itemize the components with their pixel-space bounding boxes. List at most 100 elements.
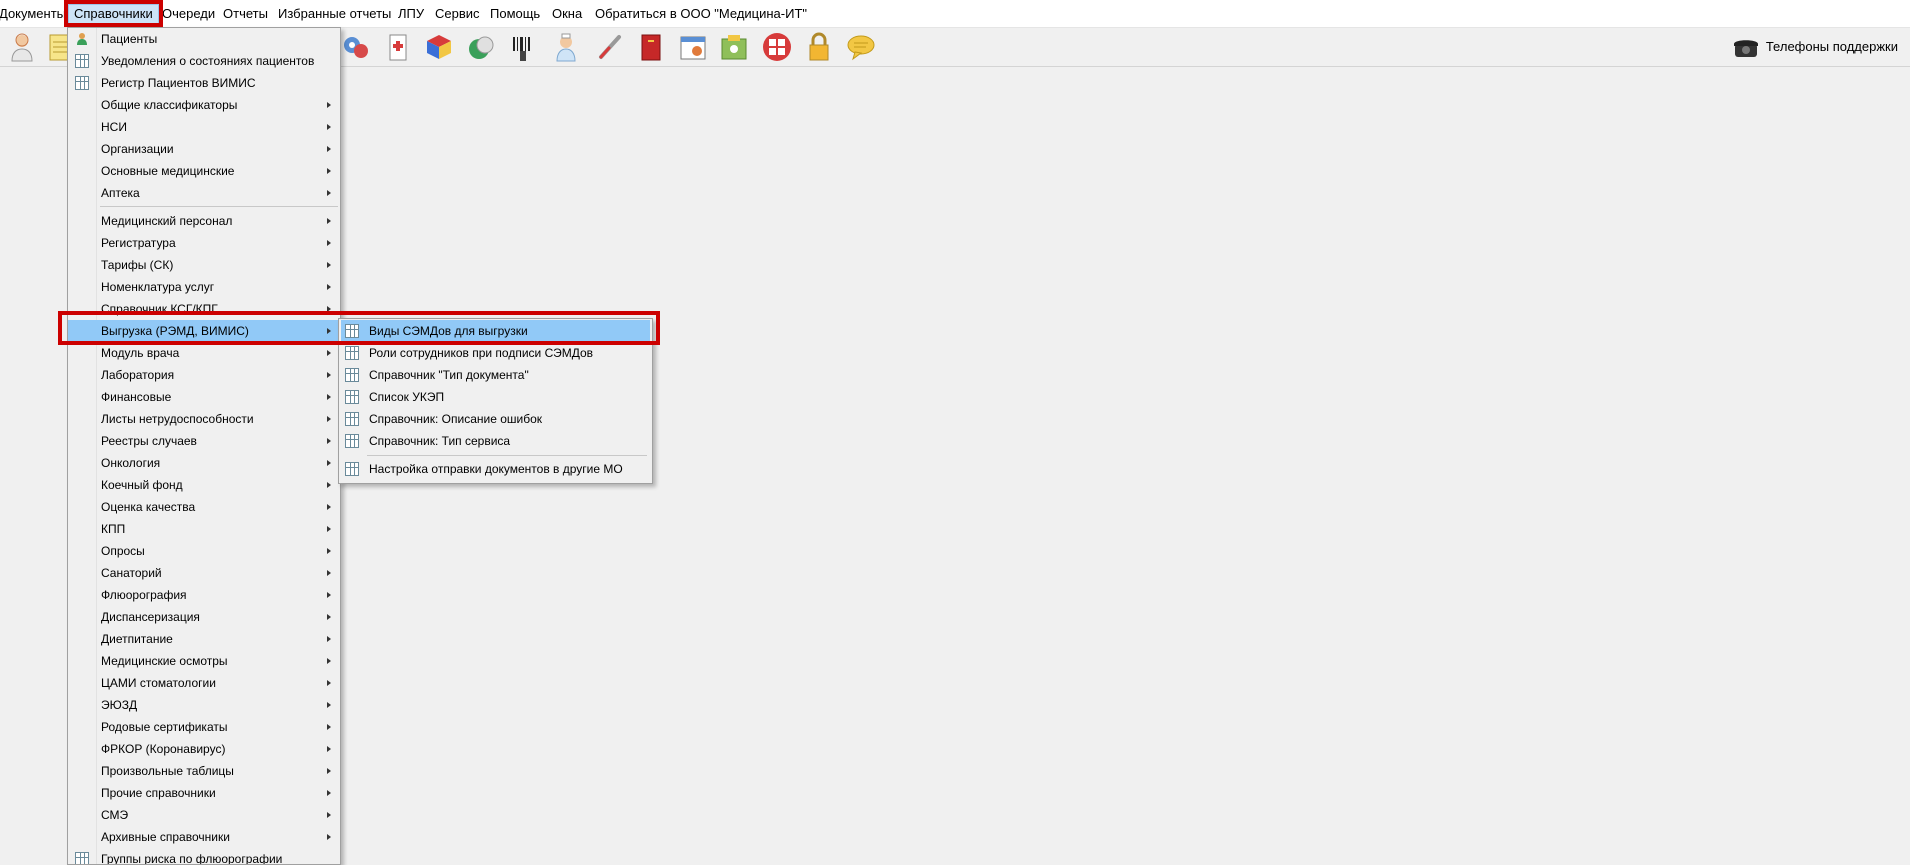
menu-item-sick-leave[interactable]: Листы нетрудоспособности <box>68 408 340 430</box>
menu-contact-vendor[interactable]: Обратиться в ООО "Медицина-ИТ" <box>590 5 812 23</box>
red-book-icon[interactable] <box>635 31 667 63</box>
doctor-icon[interactable] <box>6 31 38 63</box>
submenu-item-error-descriptions[interactable]: Справочник: Описание ошибок <box>341 408 650 430</box>
barcode-scanner-icon[interactable] <box>507 31 539 63</box>
menu-item-cami-dentistry[interactable]: ЦАМИ стоматологии <box>68 672 340 694</box>
menu-item-registry[interactable]: Регистратура <box>68 232 340 254</box>
chevron-right-icon <box>327 790 331 796</box>
menu-item-tariffs[interactable]: Тарифы (СК) <box>68 254 340 276</box>
menu-item-diet[interactable]: Диетпитание <box>68 628 340 650</box>
menu-help[interactable]: Помощь <box>485 5 545 23</box>
chat-bubble-icon[interactable] <box>845 31 877 63</box>
menu-windows[interactable]: Окна <box>547 5 587 23</box>
thermometer-icon[interactable] <box>593 31 625 63</box>
menu-item-sanatorium[interactable]: Санаторий <box>68 562 340 584</box>
chevron-right-icon <box>327 482 331 488</box>
table-icon <box>345 412 359 426</box>
menu-item-laboratory[interactable]: Лаборатория <box>68 364 340 386</box>
chevron-right-icon <box>327 592 331 598</box>
table-icon <box>345 324 359 338</box>
submenu-item-service-type[interactable]: Справочник: Тип сервиса <box>341 430 650 452</box>
menu-item-frkor[interactable]: ФРКОР (Коронавирус) <box>68 738 340 760</box>
submenu-item-semd-types[interactable]: Виды СЭМДов для выгрузки <box>341 320 650 342</box>
chevron-right-icon <box>327 680 331 686</box>
chevron-right-icon <box>327 190 331 196</box>
chevron-right-icon <box>327 768 331 774</box>
menu-queues[interactable]: Очереди <box>157 5 220 23</box>
menu-favorite-reports[interactable]: Избранные отчеты <box>273 5 396 23</box>
menu-item-medical-exams[interactable]: Медицинские осмотры <box>68 650 340 672</box>
submenu-item-employee-roles[interactable]: Роли сотрудников при подписи СЭМДов <box>341 342 650 364</box>
menu-documents[interactable]: Документы <box>0 5 71 23</box>
calendar-window-icon[interactable] <box>677 31 709 63</box>
menu-item-dispensary[interactable]: Диспансеризация <box>68 606 340 628</box>
support-phones-button[interactable]: Телефоны поддержки <box>1732 35 1898 59</box>
chevron-right-icon <box>327 438 331 444</box>
padlock-icon[interactable] <box>803 31 835 63</box>
chevron-right-icon <box>327 262 331 268</box>
telephone-icon <box>1733 40 1758 57</box>
life-ring-icon[interactable] <box>761 31 793 63</box>
medical-record-icon[interactable] <box>382 31 414 63</box>
chevron-right-icon <box>327 394 331 400</box>
menu-item-surveys[interactable]: Опросы <box>68 540 340 562</box>
rubik-icon[interactable] <box>423 31 455 63</box>
table-icon <box>345 462 359 476</box>
menu-item-fluorography[interactable]: Флюорография <box>68 584 340 606</box>
menu-item-custom-tables[interactable]: Произвольные таблицы <box>68 760 340 782</box>
menu-item-services-nomenclature[interactable]: Номенклатура услуг <box>68 276 340 298</box>
menu-item-oncology[interactable]: Онкология <box>68 452 340 474</box>
menu-service[interactable]: Сервис <box>430 5 485 23</box>
chevron-right-icon <box>327 504 331 510</box>
chevron-right-icon <box>327 460 331 466</box>
submenu-item-document-type[interactable]: Справочник "Тип документа" <box>341 364 650 386</box>
menu-item-medical-staff[interactable]: Медицинский персонал <box>68 210 340 232</box>
chevron-right-icon <box>327 834 331 840</box>
menu-item-quality-assessment[interactable]: Оценка качества <box>68 496 340 518</box>
menu-item-doctor-module[interactable]: Модуль врача <box>68 342 340 364</box>
menu-item-vimis-registry[interactable]: Регистр Пациентов ВИМИС <box>68 72 340 94</box>
menu-item-basic-medical[interactable]: Основные медицинские <box>68 160 340 182</box>
menu-item-bed-fund[interactable]: Коечный фонд <box>68 474 340 496</box>
submenu-item-ukep-list[interactable]: Список УКЭП <box>341 386 650 408</box>
chevron-right-icon <box>327 218 331 224</box>
menu-references[interactable]: Справочники <box>68 4 159 24</box>
chevron-right-icon <box>327 702 331 708</box>
menu-item-nsi[interactable]: НСИ <box>68 116 340 138</box>
table-icon <box>345 346 359 360</box>
menu-item-kpp[interactable]: КПП <box>68 518 340 540</box>
chevron-right-icon <box>327 724 331 730</box>
stethoscope-icon[interactable] <box>340 31 372 63</box>
chevron-right-icon <box>327 658 331 664</box>
chevron-right-icon <box>327 548 331 554</box>
menu-item-export-remd-vimis[interactable]: Выгрузка (РЭМД, ВИМИС) <box>68 320 340 342</box>
menu-separator <box>100 206 338 207</box>
menu-item-pharmacy[interactable]: Аптека <box>68 182 340 204</box>
chevron-right-icon <box>327 328 331 334</box>
table-icon <box>75 54 89 68</box>
menu-item-birth-certificates[interactable]: Родовые сертификаты <box>68 716 340 738</box>
chevron-right-icon <box>327 526 331 532</box>
menu-item-archived-references[interactable]: Архивные справочники <box>68 826 340 848</box>
nurse-icon[interactable] <box>550 31 582 63</box>
chevron-right-icon <box>327 614 331 620</box>
menu-item-case-registries[interactable]: Реестры случаев <box>68 430 340 452</box>
menu-item-sme[interactable]: СМЭ <box>68 804 340 826</box>
menu-item-other-references[interactable]: Прочие справочники <box>68 782 340 804</box>
menu-item-fluorography-risk-groups[interactable]: Группы риска по флюорографии <box>68 848 340 864</box>
menu-lpu[interactable]: ЛПУ <box>393 5 429 23</box>
pills-icon[interactable] <box>465 31 497 63</box>
table-icon <box>345 390 359 404</box>
menu-item-financial[interactable]: Финансовые <box>68 386 340 408</box>
patients-icon <box>77 33 87 45</box>
menu-item-patients[interactable]: Пациенты <box>68 28 340 50</box>
menu-reports[interactable]: Отчеты <box>218 5 273 23</box>
menu-item-notifications[interactable]: Уведомления о состояниях пациентов <box>68 50 340 72</box>
menu-item-general-classifiers[interactable]: Общие классификаторы <box>68 94 340 116</box>
menu-item-ksg-kpg[interactable]: Справочник КСГ/КПГ <box>68 298 340 320</box>
submenu-item-send-settings[interactable]: Настройка отправки документов в другие М… <box>341 458 650 480</box>
menu-item-organizations[interactable]: Организации <box>68 138 340 160</box>
menu-item-eyuzd[interactable]: ЭЮЗД <box>68 694 340 716</box>
chevron-right-icon <box>327 372 331 378</box>
folder-users-icon[interactable] <box>718 31 750 63</box>
